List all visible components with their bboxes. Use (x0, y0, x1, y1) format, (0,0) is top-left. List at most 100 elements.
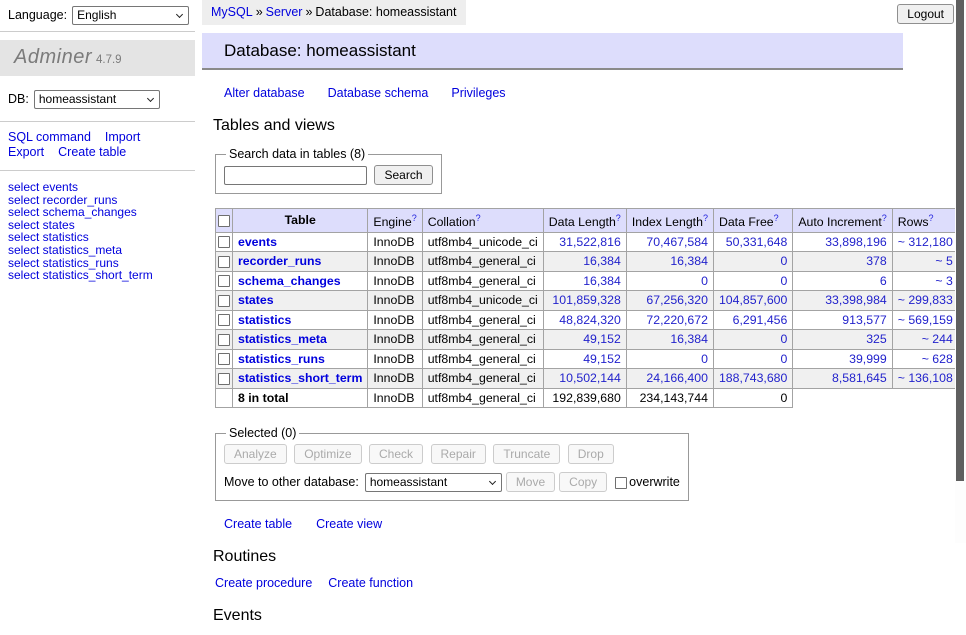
sidebar-link-import[interactable]: Import (105, 130, 140, 144)
data-free-link[interactable]: 0 (781, 274, 788, 288)
help-icon[interactable]: ? (882, 213, 887, 223)
logout-button[interactable]: Logout (897, 4, 954, 24)
table-name-link[interactable]: statistics (238, 313, 291, 327)
auto-increment-link[interactable]: 378 (866, 254, 887, 268)
auto-increment-link[interactable]: 33,398,984 (825, 293, 887, 307)
scrollbar-thumb[interactable] (956, 0, 964, 481)
help-icon[interactable]: ? (774, 213, 779, 223)
rows-link[interactable]: ~ 569,159 (898, 313, 953, 327)
sidebar-item-select-events[interactable]: select events (8, 181, 187, 194)
breadcrumb-link-mysql[interactable]: MySQL (211, 5, 253, 19)
move-button[interactable]: Move (506, 472, 555, 492)
table-name-link[interactable]: schema_changes (238, 274, 341, 288)
truncate-button[interactable]: Truncate (493, 444, 560, 464)
index-length-link[interactable]: 70,467,584 (646, 235, 708, 249)
help-icon[interactable]: ? (476, 213, 481, 223)
create-procedure-link[interactable]: Create procedure (215, 576, 312, 590)
create-function-link[interactable]: Create function (328, 576, 413, 590)
help-icon[interactable]: ? (703, 213, 708, 223)
db-row: DB:homeassistant (0, 76, 195, 122)
sidebar-link-sql-command[interactable]: SQL command (8, 130, 91, 144)
index-length-link[interactable]: 16,384 (670, 332, 708, 346)
help-icon[interactable]: ? (412, 213, 417, 223)
table-name-link[interactable]: states (238, 293, 274, 307)
index-length-link[interactable]: 0 (701, 352, 708, 366)
check-button[interactable]: Check (369, 444, 423, 464)
select-all-checkbox[interactable] (218, 215, 230, 227)
alter-database-link[interactable]: Alter database (224, 86, 305, 100)
sidebar-item-select-statistics-meta[interactable]: select statistics_meta (8, 244, 187, 257)
rows-link[interactable]: ~ 244 (922, 332, 953, 346)
help-icon[interactable]: ? (616, 213, 621, 223)
copy-button[interactable]: Copy (559, 472, 607, 492)
data-length-link[interactable]: 10,502,144 (559, 371, 621, 385)
data-length-link[interactable]: 48,824,320 (559, 313, 621, 327)
auto-increment-link[interactable]: 6 (880, 274, 887, 288)
row-checkbox[interactable] (218, 275, 230, 287)
table-name-link[interactable]: statistics_runs (238, 352, 325, 366)
privileges-link[interactable]: Privileges (451, 86, 505, 100)
row-checkbox[interactable] (218, 256, 230, 268)
rows-link[interactable]: ~ 628 (922, 352, 953, 366)
scrollbar[interactable] (955, 0, 966, 543)
data-length-link[interactable]: 49,152 (583, 352, 621, 366)
sidebar-item-select-statistics-short-term[interactable]: select statistics_short_term (8, 269, 187, 282)
overwrite-checkbox[interactable] (615, 477, 627, 489)
language-select[interactable]: English (72, 6, 189, 25)
index-length-link[interactable]: 24,166,400 (646, 371, 708, 385)
row-checkbox[interactable] (218, 334, 230, 346)
auto-increment-link[interactable]: 33,898,196 (825, 235, 887, 249)
analyze-button[interactable]: Analyze (224, 444, 287, 464)
rows-link[interactable]: ~ 312,180 (898, 235, 953, 249)
auto-increment-link[interactable]: 325 (866, 332, 887, 346)
data-free-link[interactable]: 50,331,648 (726, 235, 788, 249)
data-free-link[interactable]: 104,857,600 (719, 293, 787, 307)
overwrite-label[interactable]: overwrite (629, 475, 680, 489)
data-length-link[interactable]: 101,859,328 (552, 293, 620, 307)
create-view-link[interactable]: Create view (316, 517, 382, 531)
rows-link[interactable]: ~ 299,833 (898, 293, 953, 307)
data-free-link[interactable]: 0 (781, 332, 788, 346)
create-table-link[interactable]: Create table (224, 517, 292, 531)
data-length-link[interactable]: 31,522,816 (559, 235, 621, 249)
row-checkbox[interactable] (218, 353, 230, 365)
search-input[interactable] (224, 166, 367, 185)
help-icon[interactable]: ? (929, 213, 934, 223)
db-select[interactable]: homeassistant (34, 90, 160, 109)
table-name-link[interactable]: statistics_meta (238, 332, 327, 346)
data-free-link[interactable]: 0 (781, 254, 788, 268)
auto-increment-link[interactable]: 913,577 (842, 313, 886, 327)
data-length-link[interactable]: 49,152 (583, 332, 621, 346)
auto-increment-link[interactable]: 8,581,645 (832, 371, 887, 385)
index-length-link[interactable]: 67,256,320 (646, 293, 708, 307)
row-checkbox[interactable] (218, 314, 230, 326)
table-name-link[interactable]: events (238, 235, 277, 249)
rows-link[interactable]: ~ 5 (935, 254, 952, 268)
table-name-link[interactable]: statistics_short_term (238, 371, 362, 385)
index-length-link[interactable]: 72,220,672 (646, 313, 708, 327)
row-checkbox[interactable] (218, 373, 230, 385)
move-db-select[interactable]: homeassistant (365, 473, 502, 492)
data-free-link[interactable]: 188,743,680 (719, 371, 787, 385)
index-length-link[interactable]: 16,384 (670, 254, 708, 268)
data-free-link[interactable]: 0 (781, 352, 788, 366)
row-checkbox[interactable] (218, 236, 230, 248)
data-free-link[interactable]: 6,291,456 (733, 313, 788, 327)
table-name-link[interactable]: recorder_runs (238, 254, 321, 268)
auto-increment-link[interactable]: 39,999 (849, 352, 887, 366)
index-length-link[interactable]: 0 (701, 274, 708, 288)
data-length-link[interactable]: 16,384 (583, 274, 621, 288)
repair-button[interactable]: Repair (431, 444, 486, 464)
optimize-button[interactable]: Optimize (294, 444, 361, 464)
row-checkbox[interactable] (218, 295, 230, 307)
rows-link[interactable]: ~ 136,108 (898, 371, 953, 385)
drop-button[interactable]: Drop (568, 444, 614, 464)
data-length-link[interactable]: 16,384 (583, 254, 621, 268)
breadcrumb-link-server[interactable]: Server (266, 5, 303, 19)
database-schema-link[interactable]: Database schema (328, 86, 429, 100)
sidebar-link-create-table[interactable]: Create table (58, 145, 126, 159)
rows-link[interactable]: ~ 3 (935, 274, 952, 288)
sidebar-link-export[interactable]: Export (8, 145, 44, 159)
sidebar-item-select-schema-changes[interactable]: select schema_changes (8, 206, 187, 219)
search-button[interactable]: Search (374, 165, 432, 185)
